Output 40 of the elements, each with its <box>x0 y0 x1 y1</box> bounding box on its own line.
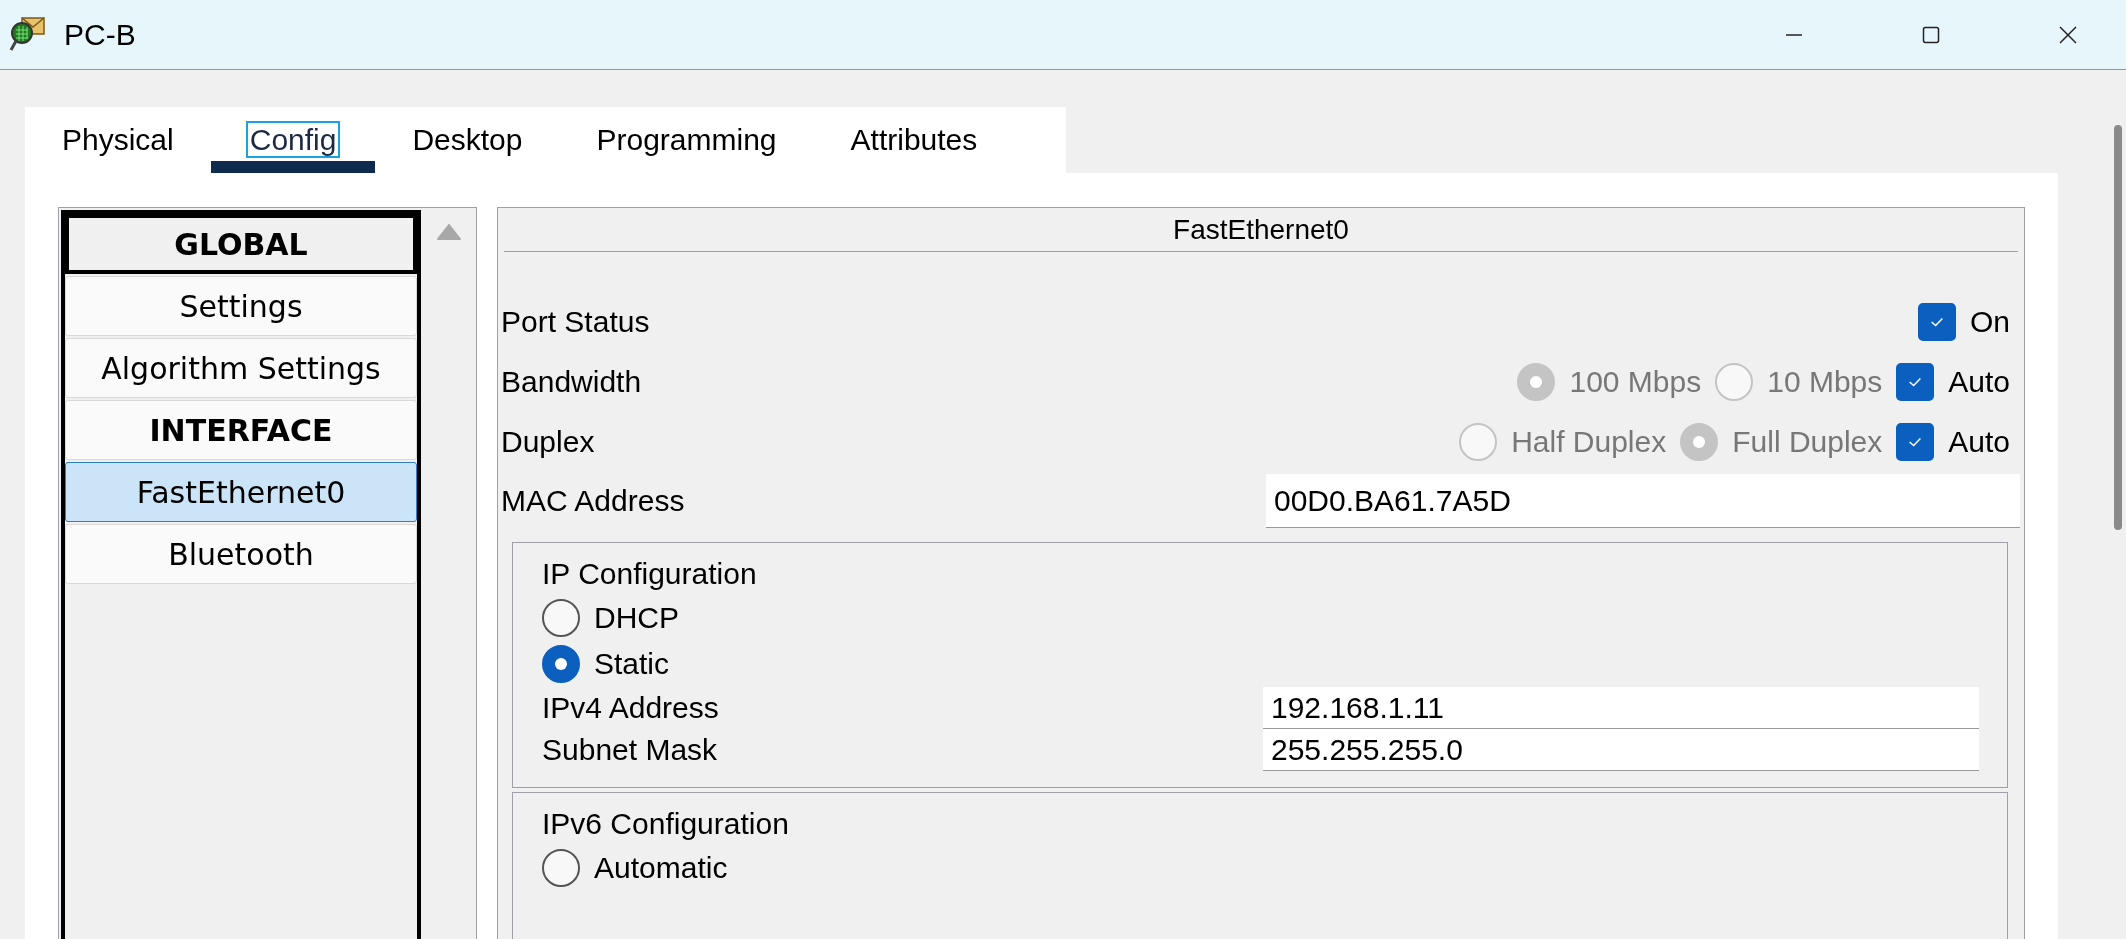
radio-label: Full Duplex <box>1732 425 1883 459</box>
group-title: IPv6 Configuration <box>542 807 790 842</box>
checkbox[interactable] <box>1917 303 1956 341</box>
scrollbar[interactable] <box>2114 125 2122 530</box>
panel-title: FastEthernet0 <box>1173 213 1349 246</box>
field-label: Bandwidth <box>501 365 642 399</box>
tab[interactable]: Attributes <box>813 107 1015 173</box>
radio-label: 10 Mbps <box>1767 365 1883 399</box>
radio-label: Static <box>594 647 670 681</box>
field-label: Port Status <box>501 305 650 339</box>
close-icon[interactable] <box>2058 24 2078 45</box>
sidebar-header[interactable]: INTERFACE <box>65 400 417 460</box>
input-field[interactable]: 192.168.1.11 <box>1263 687 1979 729</box>
field-label: MAC Address <box>500 484 686 518</box>
maximize-icon[interactable] <box>1921 24 1941 45</box>
sidebar-item[interactable]: FastEthernet0 <box>65 462 417 522</box>
field-label: IPv4 Address <box>542 691 720 725</box>
input-field[interactable]: 255.255.255.0 <box>1263 729 1979 771</box>
radio-button[interactable] <box>542 599 580 637</box>
sidebar-item[interactable]: Settings <box>65 276 417 336</box>
radio-label: DHCP <box>594 601 679 635</box>
sidebar-item[interactable]: Algorithm Settings <box>65 338 417 398</box>
radio-label: 100 Mbps <box>1569 365 1702 399</box>
sidebar-item[interactable]: Bluetooth <box>65 524 417 584</box>
group-title: IP Configuration <box>542 557 758 592</box>
tab[interactable]: Physical <box>25 107 211 173</box>
window-title: PC-B <box>64 17 136 52</box>
tab[interactable]: Desktop <box>375 107 560 173</box>
radio-button[interactable] <box>542 645 580 683</box>
radio-button[interactable] <box>542 849 580 887</box>
checkbox-label: Auto <box>1948 365 2010 399</box>
tab[interactable]: Programming <box>559 107 814 173</box>
field-label: Duplex <box>501 425 595 459</box>
mac-address-field[interactable]: 00D0.BA61.7A5D <box>1266 474 2020 528</box>
radio-label: Automatic <box>594 851 728 885</box>
checkbox-label: On <box>1969 305 2010 339</box>
field-label: Subnet Mask <box>542 733 719 767</box>
checkbox-label: Auto <box>1948 425 2010 459</box>
sidebar-header[interactable]: GLOBAL <box>65 214 417 274</box>
radio-label: Half Duplex <box>1511 425 1667 459</box>
